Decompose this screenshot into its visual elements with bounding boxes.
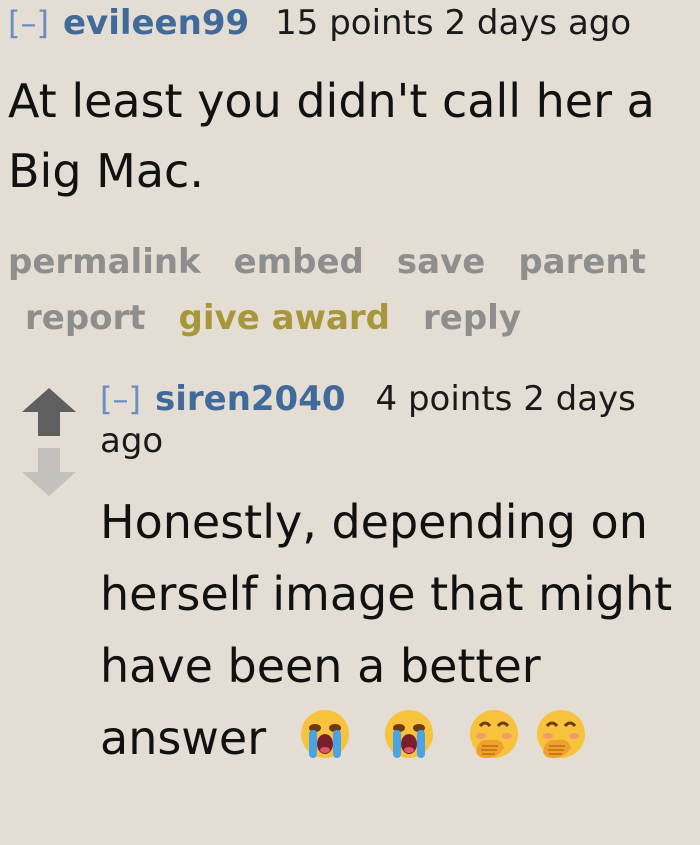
loudly-crying-face-emoji <box>383 708 435 760</box>
embed-button[interactable]: embed <box>234 234 364 290</box>
parent-button[interactable]: parent <box>518 234 646 290</box>
reply-button[interactable]: reply <box>423 290 521 346</box>
vote-arrows <box>20 386 78 506</box>
comment-buttons: permalink embed save parent report give awar… <box>8 234 698 346</box>
face-with-hand-over-mouth-emoji <box>535 708 587 760</box>
comment-author[interactable]: evileen99 <box>63 0 249 46</box>
comment-thread: [–] evileen99 15 points 2 days ago At le… <box>0 0 700 845</box>
child-comment-content: [–] siren2040 4 points 2 days ago Honestly… <box>100 378 700 774</box>
comment-body: At least you didn't call her a Big Mac. <box>8 74 655 198</box>
face-with-hand-over-mouth-emoji <box>468 708 520 760</box>
give-award-button[interactable]: give award <box>179 290 390 346</box>
collapse-toggle[interactable]: [–] <box>100 380 141 418</box>
child-comment-body: Honestly, depending on herself image tha… <box>100 486 700 774</box>
child-comment-tagline: [–] siren2040 4 points 2 days ago <box>100 378 700 462</box>
permalink-button[interactable]: permalink <box>8 234 201 290</box>
save-button[interactable]: save <box>397 234 485 290</box>
comment: [–] evileen99 15 points 2 days ago At le… <box>8 0 698 346</box>
report-button[interactable]: report <box>25 290 146 346</box>
collapse-toggle[interactable]: [–] <box>8 0 49 46</box>
upvote-arrow-icon[interactable] <box>20 386 78 438</box>
comment-tagline: [–] evileen99 15 points 2 days ago <box>8 0 698 46</box>
comment-meta: 15 points 2 days ago <box>275 3 632 43</box>
loudly-crying-face-emoji <box>299 708 351 760</box>
downvote-arrow-icon[interactable] <box>20 446 78 498</box>
child-comment-author[interactable]: siren2040 <box>155 379 346 419</box>
